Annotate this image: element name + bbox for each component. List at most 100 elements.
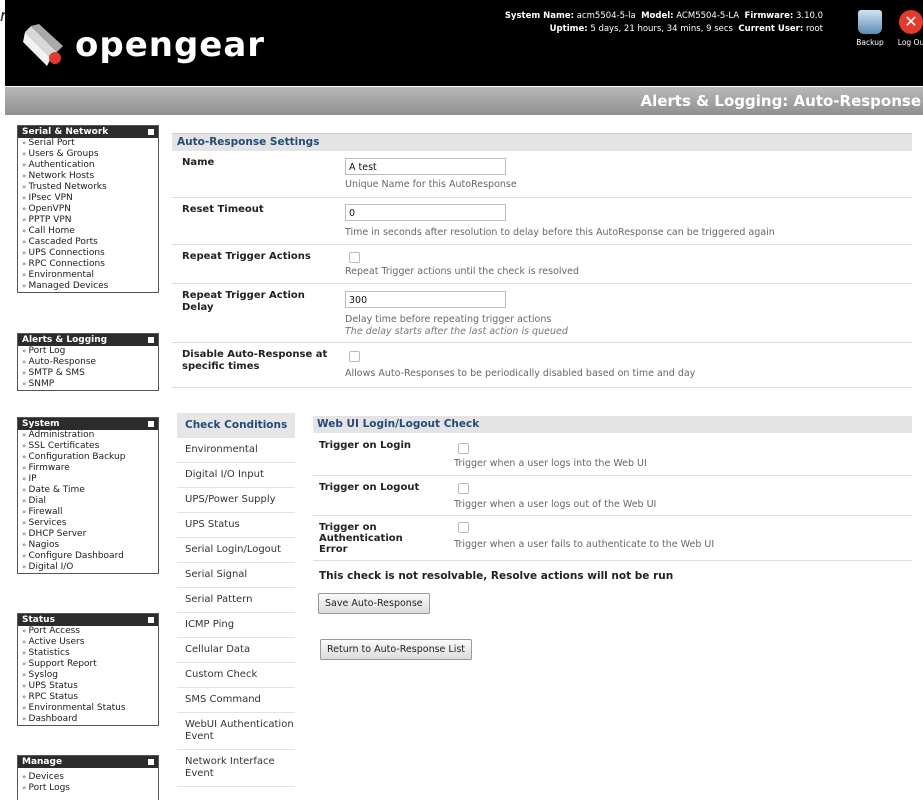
collapse-icon[interactable] xyxy=(148,129,154,135)
tab-icmp-ping[interactable]: ICMP Ping xyxy=(177,613,295,638)
trigger-auth-error-label: Trigger on Authentication Error xyxy=(319,522,403,555)
sidebar-item-snmp[interactable]: SNMP xyxy=(18,379,158,390)
sidebar-item-administration[interactable]: Administration xyxy=(18,430,158,441)
sidebar-item-authentication[interactable]: Authentication xyxy=(18,160,158,171)
menu-header[interactable]: Serial & Network xyxy=(18,126,158,138)
sidebar-item-configure-dashboard[interactable]: Configure Dashboard xyxy=(18,551,158,562)
sidebar-item-digital-i-o[interactable]: Digital I/O xyxy=(18,562,158,573)
trigger-auth-error-checkbox[interactable] xyxy=(458,522,469,533)
trigger-auth-error-help: Trigger when a user fails to authenticat… xyxy=(454,539,715,550)
repeat-delay-input[interactable]: 300 xyxy=(345,291,506,308)
sidebar-item-dial[interactable]: Dial xyxy=(18,496,158,507)
tab-serial-login-logout[interactable]: Serial Login/Logout xyxy=(177,538,295,563)
current-user-value: root xyxy=(805,24,823,34)
collapse-icon[interactable] xyxy=(148,421,154,427)
sidebar-item-firewall[interactable]: Firewall xyxy=(18,507,158,518)
reset-timeout-input[interactable]: 0 xyxy=(345,204,506,221)
tab-cellular-data[interactable]: Cellular Data xyxy=(177,638,295,663)
repeat-trigger-checkbox[interactable] xyxy=(349,252,360,263)
sidebar-item-call-home[interactable]: Call Home xyxy=(18,226,158,237)
sidebar-item-port-access[interactable]: Port Access xyxy=(18,626,158,637)
repeat-delay-help: Delay time before repeating trigger acti… xyxy=(345,314,552,325)
sidebar-item-firmware[interactable]: Firmware xyxy=(18,463,158,474)
tab-serial-signal[interactable]: Serial Signal xyxy=(177,563,295,588)
collapse-icon[interactable] xyxy=(148,617,154,623)
webui-check-title: Web UI Login/Logout Check xyxy=(317,418,480,430)
disable-times-help: Allows Auto-Responses to be periodically… xyxy=(345,368,696,379)
sidebar-item-network-hosts[interactable]: Network Hosts xyxy=(18,171,158,182)
tab-sms-command[interactable]: SMS Command xyxy=(177,688,295,713)
sidebar-item-ssl-certificates[interactable]: SSL Certificates xyxy=(18,441,158,452)
sidebar-item-ups-status[interactable]: UPS Status xyxy=(18,681,158,692)
sidebar-item-active-users[interactable]: Active Users xyxy=(18,637,158,648)
disable-times-checkbox[interactable] xyxy=(349,351,360,362)
trigger-logout-checkbox[interactable] xyxy=(458,483,469,494)
sidebar-item-dhcp-server[interactable]: DHCP Server xyxy=(18,529,158,540)
collapse-icon[interactable] xyxy=(148,759,154,765)
sidebar-item-cascaded-ports[interactable]: Cascaded Ports xyxy=(18,237,158,248)
not-resolvable-note: This check is not resolvable, Resolve ac… xyxy=(319,570,674,582)
sidebar-item-openvpn[interactable]: OpenVPN xyxy=(18,204,158,215)
sidebar-item-statistics[interactable]: Statistics xyxy=(18,648,158,659)
sidebar-item-devices[interactable]: Devices xyxy=(18,772,158,783)
tab-digital-i-o-input[interactable]: Digital I/O Input xyxy=(177,463,295,488)
sidebar-item-auto-response[interactable]: Auto-Response xyxy=(18,357,158,368)
save-auto-response-button[interactable]: Save Auto-Response xyxy=(318,593,430,614)
menu-header[interactable]: Manage xyxy=(18,756,158,768)
sidebar-item-environmental[interactable]: Environmental xyxy=(18,270,158,281)
sidebar-item-ip[interactable]: IP xyxy=(18,474,158,485)
sidebar-item-syslog[interactable]: Syslog xyxy=(18,670,158,681)
menu-system: System AdministrationSSL CertificatesCon… xyxy=(17,417,159,574)
tab-network-interface-event[interactable]: Network Interface Event xyxy=(177,750,295,787)
menu-serial-network: Serial & Network Serial PortUsers & Grou… xyxy=(17,125,159,293)
tab-webui-authentication-event[interactable]: WebUI Authentication Event xyxy=(177,713,295,750)
sidebar-item-ups-connections[interactable]: UPS Connections xyxy=(18,248,158,259)
menu-header[interactable]: Status xyxy=(18,614,158,626)
logout-label: Log Ou xyxy=(897,38,923,47)
sidebar-item-serial-port[interactable]: Serial Port xyxy=(18,138,158,149)
sidebar-item-rpc-status[interactable]: RPC Status xyxy=(18,692,158,703)
sidebar-item-port-log[interactable]: Port Log xyxy=(18,346,158,357)
sidebar-item-configuration-backup[interactable]: Configuration Backup xyxy=(18,452,158,463)
menu-header[interactable]: System xyxy=(18,418,158,430)
sidebar-item-managed-devices[interactable]: Managed Devices xyxy=(18,281,158,292)
return-to-list-button[interactable]: Return to Auto-Response List xyxy=(320,639,473,660)
sidebar-item-date-time[interactable]: Date & Time xyxy=(18,485,158,496)
sidebar-item-services[interactable]: Services xyxy=(18,518,158,529)
sidebar-item-port-logs[interactable]: Port Logs xyxy=(18,783,158,794)
tab-custom-check[interactable]: Custom Check xyxy=(177,663,295,688)
close-icon: ✕ xyxy=(899,10,923,34)
sidebar-item-support-report[interactable]: Support Report xyxy=(18,659,158,670)
collapse-icon[interactable] xyxy=(148,337,154,343)
sidebar-item-trusted-networks[interactable]: Trusted Networks xyxy=(18,182,158,193)
tab-ups-power-supply[interactable]: UPS/Power Supply xyxy=(177,488,295,513)
settings-title: Auto-Response Settings xyxy=(177,136,320,148)
sidebar-item-nagios[interactable]: Nagios xyxy=(18,540,158,551)
backup-button[interactable]: Backup xyxy=(850,10,890,47)
reset-timeout-row: Reset Timeout 0 Time in seconds after re… xyxy=(172,198,912,245)
sidebar-item-ipsec-vpn[interactable]: IPsec VPN xyxy=(18,193,158,204)
sidebar-item-rpc-connections[interactable]: RPC Connections xyxy=(18,259,158,270)
disable-times-label: Disable Auto-Response at specific times xyxy=(182,349,328,372)
sidebar-item-dashboard[interactable]: Dashboard xyxy=(18,714,158,725)
repeat-trigger-label: Repeat Trigger Actions xyxy=(182,251,311,262)
sidebar-item-environmental-status[interactable]: Environmental Status xyxy=(18,703,158,714)
tab-serial-pattern[interactable]: Serial Pattern xyxy=(177,588,295,613)
name-label: Name xyxy=(182,157,215,168)
tab-ups-status[interactable]: UPS Status xyxy=(177,513,295,538)
menu-header[interactable]: Alerts & Logging xyxy=(18,334,158,346)
tab-environmental[interactable]: Environmental xyxy=(177,438,295,463)
logo-text: opengear xyxy=(75,25,266,65)
sidebar-item-users-groups[interactable]: Users & Groups xyxy=(18,149,158,160)
trigger-login-help: Trigger when a user logs into the Web UI xyxy=(454,458,647,469)
name-input[interactable]: A test xyxy=(345,158,506,175)
logo[interactable]: opengear xyxy=(21,20,265,70)
trigger-login-checkbox[interactable] xyxy=(458,443,469,454)
trigger-auth-error-row: Trigger on Authentication Error Trigger … xyxy=(313,516,912,561)
sidebar-item-pptp-vpn[interactable]: PPTP VPN xyxy=(18,215,158,226)
sidebar-item-smtp-sms[interactable]: SMTP & SMS xyxy=(18,368,158,379)
logout-button[interactable]: ✕ Log Ou xyxy=(891,10,923,47)
repeat-delay-row: Repeat Trigger Action Delay 300 Delay ti… xyxy=(172,284,912,343)
repeat-trigger-row: Repeat Trigger Actions Repeat Trigger ac… xyxy=(172,245,912,284)
system-name-label: System Name: xyxy=(504,11,575,21)
